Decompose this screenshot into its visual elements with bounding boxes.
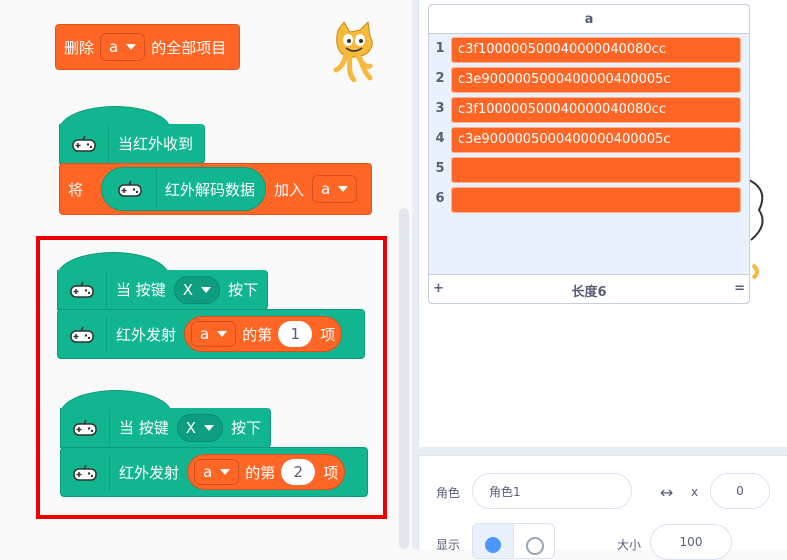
list-item[interactable]: 2 c3e9000005000400000400005c xyxy=(429,65,749,93)
list-item[interactable]: 1 c3f100000500040000040080cc xyxy=(429,35,749,63)
list-length: 长度6 xyxy=(571,285,607,300)
chevron-down-icon xyxy=(126,44,137,50)
resize-handle[interactable]: = xyxy=(734,281,745,296)
chevron-down-icon xyxy=(338,186,349,192)
list-item-index: 4 xyxy=(435,131,445,146)
delete-all-block[interactable]: 删除 a 的全部项目 xyxy=(55,24,240,70)
x-input[interactable]: 0 xyxy=(710,473,770,509)
size-input[interactable]: 100 xyxy=(650,524,732,560)
x-value: 0 xyxy=(736,484,744,498)
list-item-value[interactable]: c3e9000005000400000400005c xyxy=(451,67,741,93)
list-item-value[interactable] xyxy=(451,157,741,183)
list-item-value[interactable]: c3f100000500040000040080cc xyxy=(451,97,741,123)
list-dropdown[interactable]: a xyxy=(312,175,358,203)
list-monitor[interactable]: a 1 c3f100000500040000040080cc 2 c3e9000005… xyxy=(428,4,750,304)
set-prefix: 将 xyxy=(68,180,84,199)
add-label: 加入 xyxy=(274,180,305,199)
list-item-index: 6 xyxy=(435,191,445,206)
list-item-index: 5 xyxy=(435,161,445,176)
x-arrows-icon: ↔ xyxy=(660,483,674,502)
hide-button[interactable] xyxy=(513,523,555,559)
cat-sprite-icon xyxy=(333,20,373,82)
list-dropdown-value: a xyxy=(321,180,331,198)
list-item-value[interactable]: c3e9000005000400000400005c xyxy=(451,127,741,153)
list-item[interactable]: 5 xyxy=(429,155,749,183)
sprite-name-input[interactable]: 角色1 xyxy=(472,473,632,509)
list-item[interactable]: 3 c3f100000500040000040080cc xyxy=(429,95,749,123)
ir-decode-reporter[interactable]: 红外解码数据 xyxy=(101,167,267,211)
size-label: 大小 xyxy=(617,538,642,552)
list-title: a xyxy=(429,5,749,34)
delete-all-suffix: 的全部项目 xyxy=(151,38,227,57)
list-item-index: 1 xyxy=(435,41,445,56)
sprite-info-pane: 角色 角色1 ↔ x 0 显示 大小 100 xyxy=(418,455,787,560)
list-item[interactable]: 6 xyxy=(429,185,749,213)
list-item-value[interactable] xyxy=(451,187,741,213)
show-visible-button[interactable] xyxy=(472,523,514,559)
size-value: 100 xyxy=(679,535,703,549)
eye-icon xyxy=(485,537,501,553)
ir-receive-hat-block[interactable]: 当红外收到 xyxy=(59,124,205,164)
list-footer: + 长度6 = xyxy=(429,274,749,303)
list-dropdown-value: a xyxy=(109,38,119,56)
ir-decode-label: 红外解码数据 xyxy=(165,180,256,199)
list-item-index: 3 xyxy=(435,101,445,116)
gamepad-icon xyxy=(104,169,158,209)
sprite-label: 角色 xyxy=(436,486,461,500)
list-item-index: 2 xyxy=(435,71,445,86)
show-label: 显示 xyxy=(436,538,461,552)
list-item[interactable]: 4 c3e9000005000400000400005c xyxy=(429,125,749,153)
eye-slash-icon xyxy=(526,537,544,555)
pane-gap xyxy=(418,447,787,455)
delete-all-prefix: 删除 xyxy=(64,38,95,57)
sprite-name-value: 角色1 xyxy=(489,484,521,499)
gamepad-icon xyxy=(60,126,109,162)
add-to-list-block[interactable]: 将 红外解码数据 加入 a xyxy=(59,163,372,215)
x-label: x xyxy=(691,485,699,499)
workspace-scrollbar[interactable] xyxy=(399,208,409,549)
highlight-box xyxy=(36,236,387,519)
list-dropdown[interactable]: a xyxy=(100,33,146,61)
ir-receive-label: 当红外收到 xyxy=(118,135,194,153)
list-item-value[interactable]: c3f100000500040000040080cc xyxy=(451,37,741,63)
